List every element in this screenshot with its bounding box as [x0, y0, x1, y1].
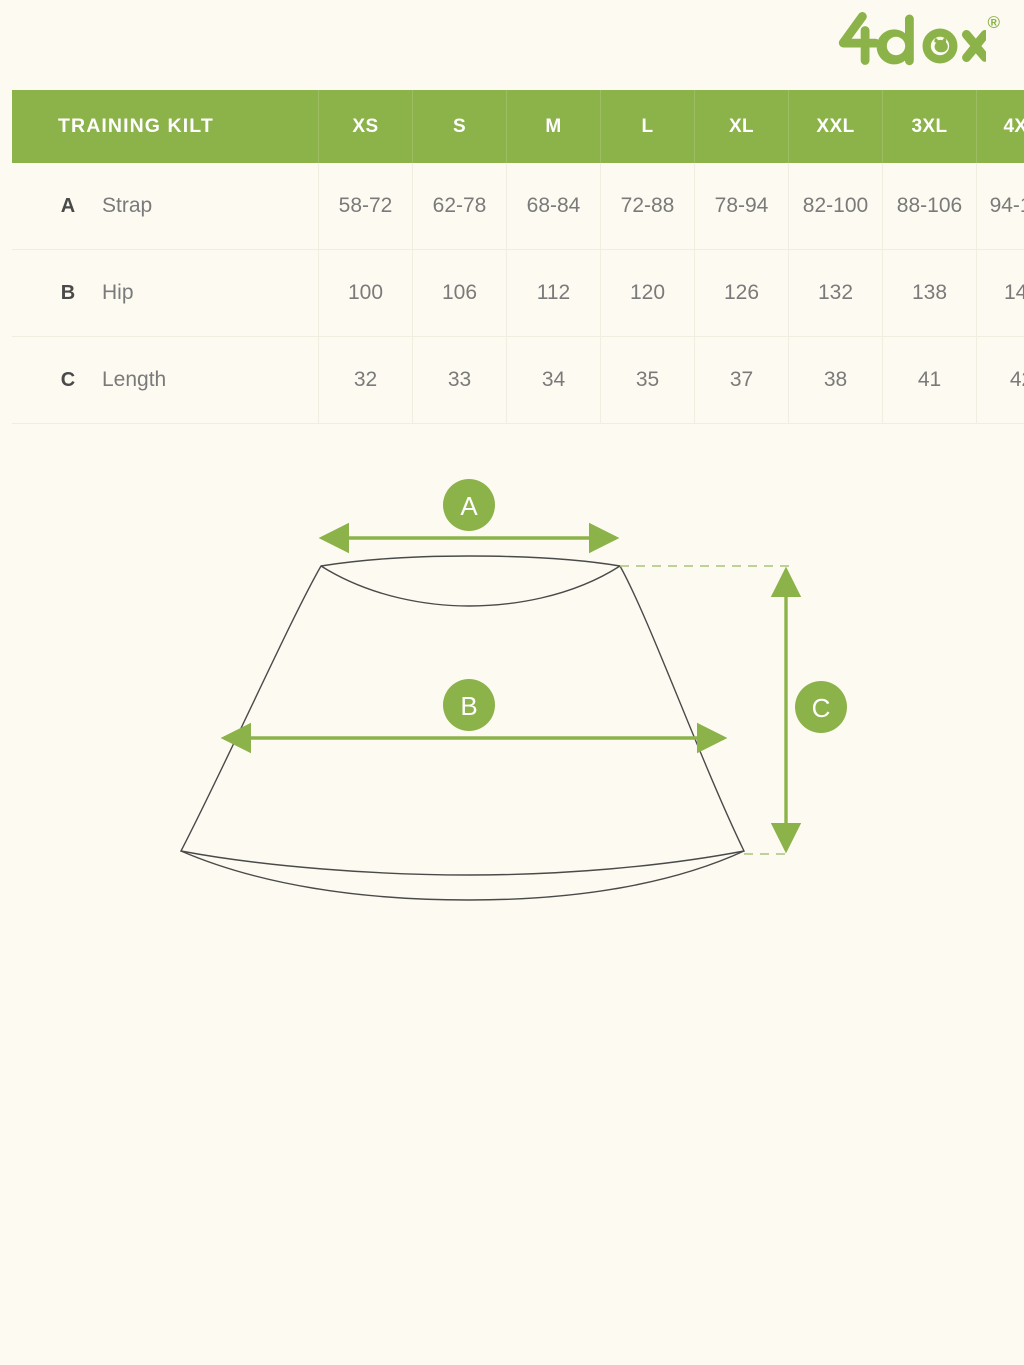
registered-trademark-symbol: ®: [987, 13, 1000, 32]
table-row: C Length 32 33 34 35 37 38 41 42: [12, 336, 1024, 424]
row-name-strap: Strap: [102, 194, 153, 217]
cell-strap-3xl: 88-106: [882, 163, 977, 250]
cell-strap-xxl: 82-100: [788, 163, 883, 250]
cell-hip-xxl: 132: [788, 249, 883, 337]
row-key-a: A: [60, 194, 76, 217]
cell-length-4xl: 42: [976, 336, 1024, 424]
cell-length-m: 34: [506, 336, 601, 424]
column-header-xl: XL: [694, 90, 789, 163]
cell-hip-l: 120: [600, 249, 695, 337]
table-row: B Hip 100 106 112 120 126 132 138 144: [12, 249, 1024, 337]
table-header-row: TRAINING KILT XS S M L XL XXL 3XL 4XL: [12, 90, 1024, 163]
cell-hip-xs: 100: [318, 249, 413, 337]
badge-c-label: C: [812, 693, 831, 723]
cell-length-xl: 37: [694, 336, 789, 424]
kilt-waist-curve: [320, 565, 621, 607]
cell-strap-m: 68-84: [506, 163, 601, 250]
kilt-diagram-svg: A B C: [179, 479, 847, 901]
cell-hip-4xl: 144: [976, 249, 1024, 337]
table-row: A Strap 58-72 62-78 68-84 72-88 78-94 82…: [12, 163, 1024, 250]
cell-hip-m: 112: [506, 249, 601, 337]
cell-length-l: 35: [600, 336, 695, 424]
column-header-xxl: XXL: [788, 90, 883, 163]
cell-length-s: 33: [412, 336, 507, 424]
brand-logo[interactable]: ®: [836, 10, 1000, 68]
table-title-cell: TRAINING KILT: [12, 90, 319, 163]
cell-length-xs: 32: [318, 336, 413, 424]
header-logo-area: ®: [0, 0, 1024, 88]
cell-strap-s: 62-78: [412, 163, 507, 250]
column-header-s: S: [412, 90, 507, 163]
logo-wordmark-4dox: [839, 12, 987, 66]
row-label-strap: A Strap: [12, 163, 319, 250]
column-header-4xl: 4XL: [976, 90, 1024, 163]
cell-hip-xl: 126: [694, 249, 789, 337]
row-name-length: Length: [102, 368, 167, 391]
row-label-hip: B Hip: [12, 249, 319, 337]
cell-strap-xs: 58-72: [318, 163, 413, 250]
column-header-3xl: 3XL: [882, 90, 977, 163]
cell-length-xxl: 38: [788, 336, 883, 424]
cell-hip-s: 106: [412, 249, 507, 337]
cell-strap-l: 72-88: [600, 163, 695, 250]
cell-hip-3xl: 138: [882, 249, 977, 337]
row-label-length: C Length: [12, 336, 319, 424]
table-body: A Strap 58-72 62-78 68-84 72-88 78-94 82…: [12, 163, 1024, 424]
cell-strap-4xl: 94-112: [976, 163, 1024, 250]
table-header: TRAINING KILT XS S M L XL XXL 3XL 4XL: [12, 90, 1024, 163]
column-header-xs: XS: [318, 90, 413, 163]
size-chart-table: TRAINING KILT XS S M L XL XXL 3XL 4XL A …: [12, 90, 1024, 424]
row-key-c: C: [60, 368, 76, 391]
row-key-b: B: [60, 281, 76, 304]
measurement-diagram: A B C: [0, 430, 1024, 950]
cell-length-3xl: 41: [882, 336, 977, 424]
badge-b-label: B: [460, 691, 477, 721]
column-header-l: L: [600, 90, 695, 163]
column-header-m: M: [506, 90, 601, 163]
cell-strap-xl: 78-94: [694, 163, 789, 250]
row-name-hip: Hip: [102, 281, 134, 304]
badge-a-label: A: [460, 491, 478, 521]
